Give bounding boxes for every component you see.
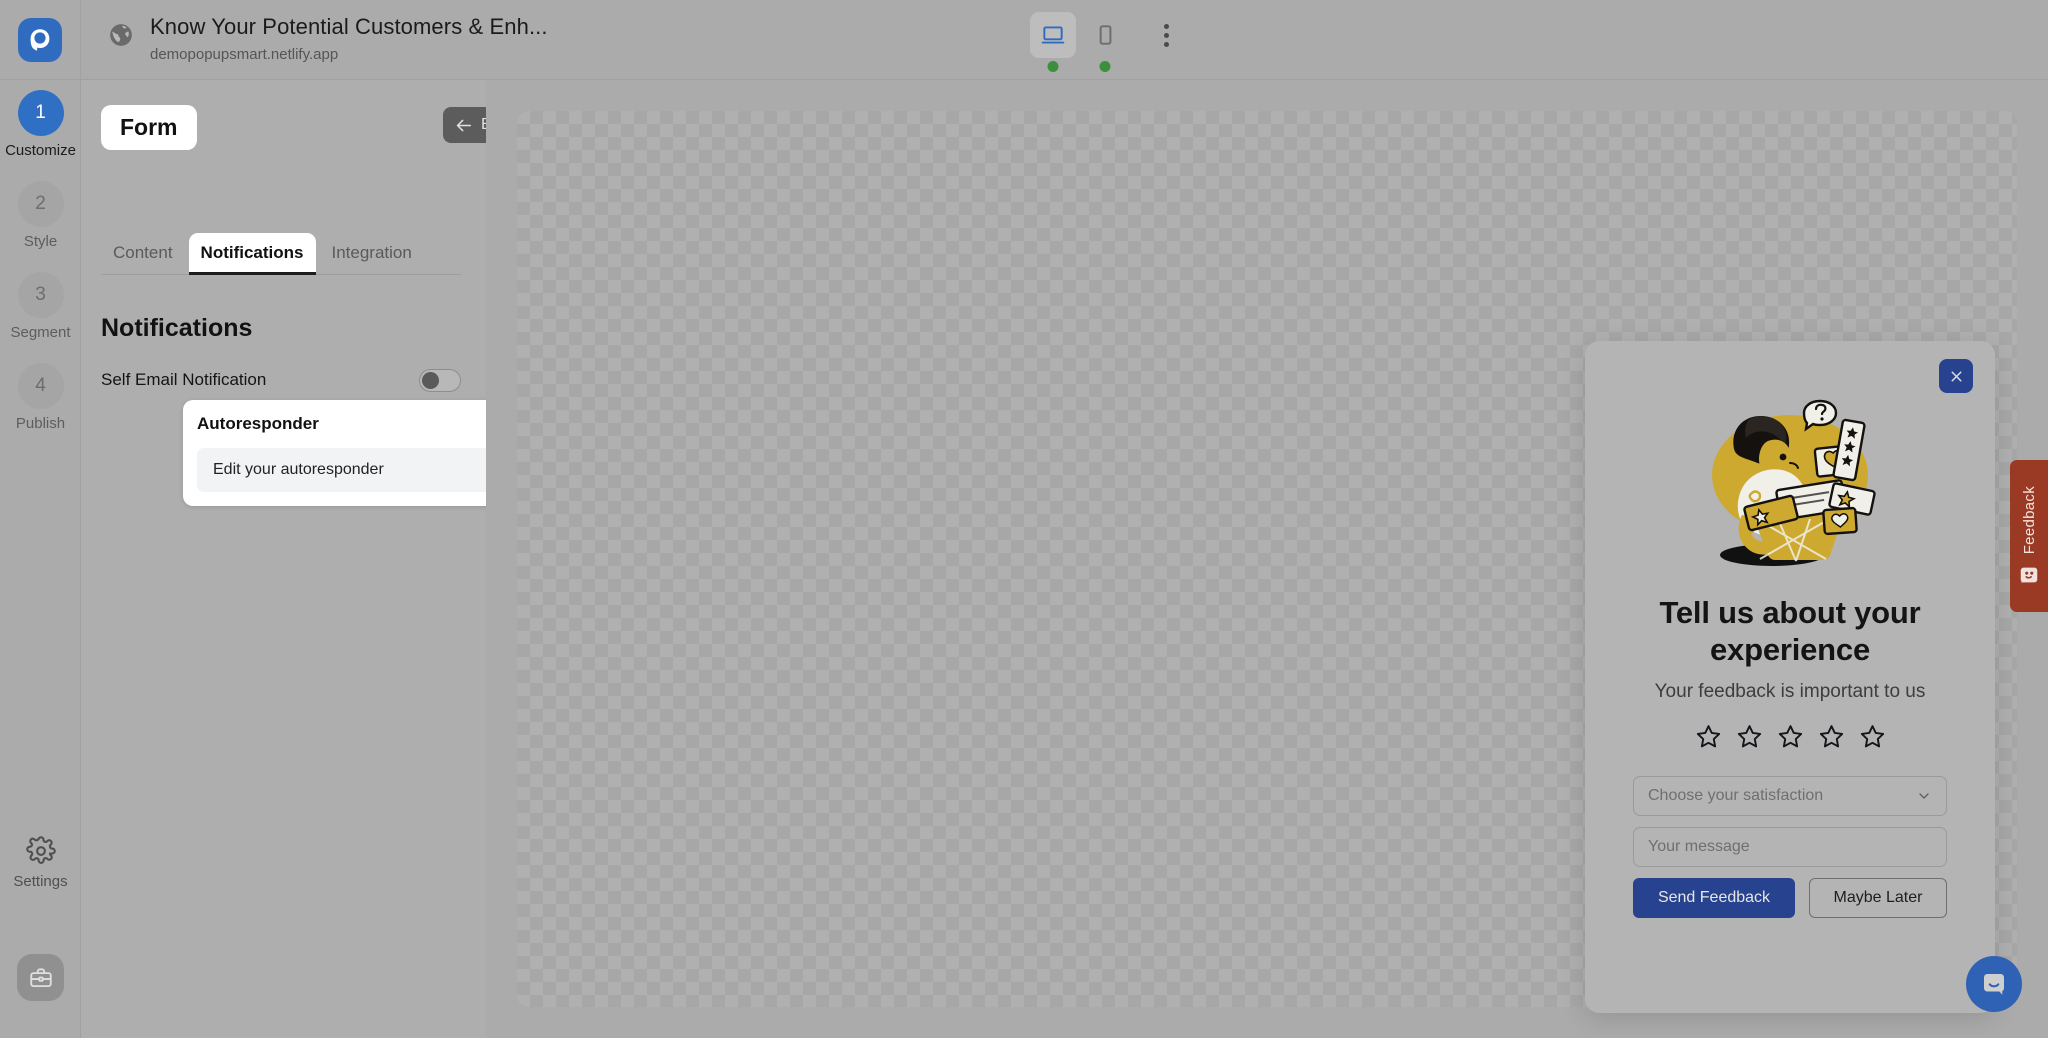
popupsmart-logo-icon [18,18,62,62]
preview-stage: Tell us about your experience Your feedb… [517,111,2017,1013]
sidebar-step-segment[interactable]: 3 Segment [0,272,81,341]
satisfaction-select-placeholder: Choose your satisfaction [1648,787,1824,804]
star-outline-icon[interactable] [1736,723,1763,750]
popup-close-button[interactable] [1939,359,1973,393]
maybe-later-button[interactable]: Maybe Later [1809,878,1947,918]
sidebar-step-publish[interactable]: 4 Publish [0,363,81,432]
self-email-notification-row: Self Email Notification [101,361,461,399]
smiley-face-icon [2020,567,2038,583]
page-title: Know Your Potential Customers & Enh... [150,14,548,39]
star-outline-icon[interactable] [1777,723,1804,750]
briefcase-icon [29,967,52,987]
satisfaction-select[interactable]: Choose your satisfaction [1633,776,1947,816]
site-info: Know Your Potential Customers & Enh... d… [108,13,548,64]
preview-canvas: Tell us about your experience Your feedb… [486,80,2048,1038]
panel-tabs: Content Notifications Integration [101,233,461,275]
sidebar-item-settings[interactable]: Settings [0,836,81,890]
feedback-illustration [1585,389,1995,579]
editor-panel: Form Back Content Notifications Integrat… [81,80,558,1038]
browser-top-bar: Know Your Potential Customers & Enh... d… [0,0,2048,80]
chevron-down-icon [1919,793,1929,799]
tab-notifications[interactable]: Notifications [188,233,316,275]
step-label: Publish [15,415,66,432]
tab-integration[interactable]: Integration [320,233,424,274]
sidebar-step-customize[interactable]: 1 Customize [0,90,81,159]
step-label: Style [23,233,58,250]
step-label: Segment [10,324,71,341]
device-mobile-button[interactable] [1082,12,1128,72]
close-icon [1950,370,1962,382]
device-desktop-button[interactable] [1030,12,1076,72]
autoresponder-label: Autoresponder [197,414,319,433]
self-email-notification-toggle[interactable] [419,368,461,392]
feedback-popup: Tell us about your experience Your feedb… [1585,341,1995,1013]
edit-autoresponder-label: Edit your autoresponder [213,461,384,478]
device-preview-switch [1030,12,1186,72]
mobile-status-dot [1099,61,1111,72]
page-url: demopopupsmart.netlify.app [150,45,339,63]
star-outline-icon[interactable] [1695,723,1722,750]
gear-icon [25,836,56,864]
star-rating[interactable] [1585,723,1995,750]
popup-heading: Tell us about your experience [1659,595,1921,667]
message-input[interactable]: Your message [1633,827,1947,867]
step-number: 1 [17,90,64,136]
mobile-icon [1099,25,1112,45]
feedback-tab-label: Feedback [2020,485,2038,555]
step-number: 3 [17,272,64,318]
star-outline-icon[interactable] [1818,723,1845,750]
chat-bubble-icon [1984,974,2004,995]
workspace-button[interactable] [17,954,64,1001]
send-feedback-button[interactable]: Send Feedback [1633,878,1795,918]
step-rail: 1 Customize 2 Style 3 Segment 4 Publish … [0,80,81,1038]
globe-icon [108,22,134,48]
step-number: 2 [17,181,64,227]
message-input-placeholder: Your message [1648,838,1750,855]
desktop-status-dot [1047,61,1059,72]
popup-actions: Send Feedback Maybe Later [1633,878,1947,918]
step-number: 4 [17,363,64,409]
kebab-menu-icon[interactable] [1146,12,1186,58]
self-email-notification-label: Self Email Notification [101,370,267,389]
step-label: Customize [5,142,76,159]
sidebar-step-style[interactable]: 2 Style [0,181,81,250]
sidebar-item-label: Settings [13,873,68,890]
desktop-icon [1041,26,1065,44]
feedback-tab[interactable]: Feedback [2010,460,2048,612]
panel-title-chip: Form [101,105,197,150]
section-heading: Notifications [101,314,253,342]
arrow-left-icon [456,119,472,131]
tab-content[interactable]: Content [101,233,185,274]
chat-launcher-button[interactable] [1966,956,2022,1012]
app-logo[interactable] [0,0,81,80]
star-outline-icon[interactable] [1859,723,1886,750]
popup-subheading: Your feedback is important to us [1654,681,1926,702]
